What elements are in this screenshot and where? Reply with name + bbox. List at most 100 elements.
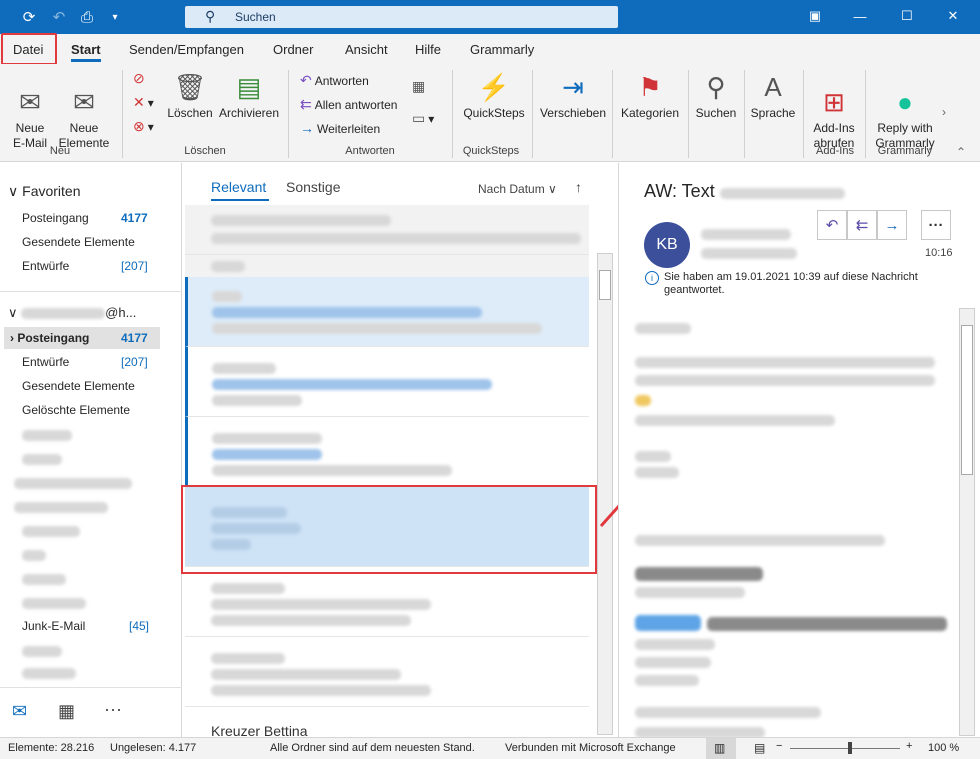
- zoom-slider[interactable]: [790, 748, 900, 749]
- reading-view-icon[interactable]: ▤: [754, 741, 765, 755]
- message-time: 10:16: [925, 247, 953, 259]
- account-header[interactable]: ∨ @h...: [8, 305, 136, 321]
- group-label-quicksteps: QuickSteps: [462, 145, 520, 157]
- minimize-button[interactable]: —: [845, 4, 875, 28]
- status-folders: Alle Ordner sind auf dem neuesten Stand.: [270, 742, 475, 754]
- quicksteps-button[interactable]: ⚡ QuickSteps: [460, 72, 528, 121]
- forward-icon[interactable]: →: [877, 210, 907, 240]
- forward-button[interactable]: → Weiterleiten: [300, 120, 380, 136]
- fav-inbox[interactable]: Posteingang: [22, 211, 89, 225]
- folder-deleted[interactable]: Gelöschte Elemente: [22, 403, 130, 417]
- collapse-ribbon-icon[interactable]: ⌃: [956, 145, 966, 159]
- fav-drafts[interactable]: Entwürfe: [22, 259, 69, 273]
- delete-button[interactable]: 🗑 Löschen: [167, 72, 213, 121]
- tab-relevant[interactable]: Relevant: [211, 179, 266, 195]
- scrollbar-thumb[interactable]: [599, 270, 611, 300]
- group-label-grammarly: Grammarly: [877, 145, 933, 157]
- move-label: Verschieben: [539, 106, 607, 120]
- chevron-down-icon: ∨: [8, 183, 19, 199]
- search-box[interactable]: ⚲ Suchen: [185, 6, 618, 28]
- reply-button[interactable]: ↶ Antworten: [300, 72, 369, 89]
- reply-all-button[interactable]: ⇇ Allen antworten: [300, 96, 397, 113]
- list-item[interactable]: [185, 417, 589, 487]
- junk-icon[interactable]: ⊗ ▾: [133, 118, 154, 135]
- move-button[interactable]: ⇥ Verschieben: [538, 72, 608, 121]
- sync-icon[interactable]: ⟳: [18, 6, 40, 28]
- tab-ansicht[interactable]: Ansicht: [345, 42, 388, 57]
- list-item[interactable]: [185, 277, 589, 347]
- list-item[interactable]: [185, 347, 589, 417]
- categorize-label: Kategorien: [620, 106, 680, 120]
- move-icon: ⇥: [562, 72, 584, 102]
- tab-sonstige[interactable]: Sonstige: [286, 179, 340, 195]
- group-label-addins: Add-Ins: [816, 145, 854, 157]
- favorites-label: Favoriten: [22, 183, 81, 199]
- reply-icon: ↶: [300, 72, 312, 88]
- reply-all-icon: ⇇: [300, 96, 312, 112]
- folder-junk[interactable]: Junk-E-Mail: [22, 619, 85, 633]
- customize-toolbar-icon[interactable]: ▾: [104, 6, 126, 28]
- tab-senden-empfangen[interactable]: Senden/Empfangen: [129, 42, 244, 57]
- undo-icon[interactable]: ↶: [48, 6, 70, 28]
- ribbon-display-icon[interactable]: ▣: [800, 4, 830, 28]
- print-icon[interactable]: ⎙: [76, 6, 98, 28]
- close-button[interactable]: ✕: [938, 4, 968, 28]
- selection-highlight-box: [181, 485, 597, 574]
- tab-grammarly[interactable]: Grammarly: [470, 42, 534, 57]
- sort-direction-icon[interactable]: ↑: [575, 179, 582, 195]
- meeting-icon[interactable]: ▦: [412, 78, 428, 95]
- reading-scrollbar[interactable]: [959, 308, 975, 736]
- list-item[interactable]: [185, 637, 589, 707]
- fav-drafts-count: [207]: [121, 259, 148, 273]
- group-label-neu: Neu: [49, 145, 71, 157]
- trash-icon: 🗑: [173, 72, 207, 102]
- flag-icon: ⚑: [638, 72, 662, 102]
- ribbon-separator: [612, 70, 613, 158]
- folder-drafts[interactable]: Entwürfe: [22, 355, 69, 369]
- tab-underline: [211, 199, 269, 201]
- zoom-out-icon[interactable]: −: [776, 740, 782, 752]
- zoom-slider-thumb[interactable]: [848, 742, 852, 754]
- blurred-folder: [22, 550, 46, 561]
- more-respond-icon[interactable]: ▭ ▾: [412, 110, 434, 127]
- account-suffix: @h...: [105, 305, 137, 320]
- mail-module-icon[interactable]: ✉: [12, 701, 27, 722]
- reply-grammarly-button[interactable]: ● Reply with Grammarly: [870, 72, 940, 151]
- reply-info: Sie haben am 19.01.2021 10:39 auf diese …: [664, 271, 918, 296]
- tab-ordner[interactable]: Ordner: [273, 42, 313, 57]
- grammarly-icon: ●: [897, 87, 913, 117]
- new-email-button[interactable]: ✉ Neue E-Mail: [8, 72, 52, 151]
- cleanup-icon[interactable]: ✕ ▾: [133, 94, 154, 111]
- blurred-folder: [22, 598, 86, 609]
- blurred-account-name: [21, 308, 106, 319]
- ribbon-scroll-right-icon[interactable]: ›: [942, 105, 946, 119]
- maximize-button[interactable]: ☐: [892, 4, 922, 28]
- tab-start[interactable]: Start: [71, 42, 101, 62]
- calendar-module-icon[interactable]: ▦: [58, 701, 75, 722]
- sort-by[interactable]: Nach Datum ∨: [478, 182, 557, 196]
- get-addins-button[interactable]: ⊞ Add-Ins abrufen: [808, 72, 860, 151]
- language-button[interactable]: A Sprache: [748, 72, 798, 121]
- find-button[interactable]: ⚲ Suchen: [693, 72, 739, 121]
- favorites-header[interactable]: ∨ Favoriten: [8, 183, 81, 200]
- more-modules-icon[interactable]: ···: [104, 699, 122, 720]
- zoom-level: 100 %: [928, 742, 960, 754]
- ignore-icon[interactable]: ⊘: [133, 70, 148, 87]
- more-actions-icon[interactable]: ···: [921, 210, 951, 240]
- scrollbar-thumb[interactable]: [961, 325, 973, 475]
- new-items-button[interactable]: ✉ Neue Elemente: [58, 72, 110, 151]
- archive-button[interactable]: ▤ Archivieren: [217, 72, 281, 121]
- fav-sent[interactable]: Gesendete Elemente: [22, 235, 135, 249]
- find-label: Suchen: [695, 106, 737, 120]
- zoom-in-icon[interactable]: +: [906, 740, 912, 752]
- folder-inbox[interactable]: › Posteingang: [10, 331, 89, 345]
- reply-icon[interactable]: ↶: [817, 210, 847, 240]
- ribbon-separator: [288, 70, 289, 158]
- list-item[interactable]: [185, 205, 589, 255]
- tab-hilfe[interactable]: Hilfe: [415, 42, 441, 57]
- folder-drafts-count: [207]: [121, 355, 148, 369]
- folder-sent[interactable]: Gesendete Elemente: [22, 379, 135, 393]
- reply-all-icon[interactable]: ⇇: [847, 210, 877, 240]
- categorize-button[interactable]: ⚑ Kategorien: [618, 72, 682, 121]
- list-item[interactable]: [185, 567, 589, 637]
